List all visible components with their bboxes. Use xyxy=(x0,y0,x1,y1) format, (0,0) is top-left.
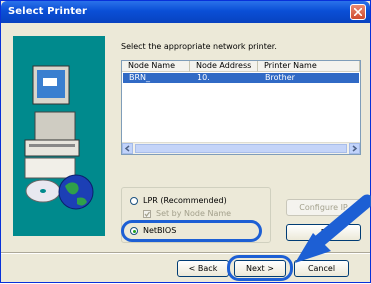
title-bar: Select Printer xyxy=(1,1,370,23)
cell-node-name: BRN_ xyxy=(129,73,151,82)
netbios-radio-dot xyxy=(133,230,136,233)
check-icon xyxy=(144,211,150,217)
column-node-name[interactable]: Node Name xyxy=(122,61,190,72)
lpr-radio[interactable] xyxy=(130,197,138,205)
scroll-right-icon xyxy=(352,145,358,152)
configure-ip-button[interactable]: Configure IP xyxy=(286,199,361,216)
table-row[interactable]: BRN_ 10. Brother xyxy=(123,73,359,83)
next-button[interactable]: Next > xyxy=(234,260,286,277)
cell-printer-name: Brother xyxy=(265,73,295,82)
cancel-button[interactable]: Cancel xyxy=(294,260,349,277)
computer-printer-illustration xyxy=(24,65,94,210)
close-icon xyxy=(354,8,362,16)
scroll-thumb[interactable] xyxy=(135,144,347,153)
footer-separator xyxy=(1,252,370,254)
cell-node-address: 10. xyxy=(197,73,210,82)
column-printer-name[interactable]: Printer Name xyxy=(258,61,360,72)
netbios-radio[interactable] xyxy=(130,227,138,235)
list-header: Node Name Node Address Printer Name xyxy=(122,61,360,72)
set-by-node-label: Set by Node Name xyxy=(156,209,232,218)
instruction-text: Select the appropriate network printer. xyxy=(121,42,277,51)
window-title: Select Printer xyxy=(8,6,88,17)
set-by-node-checkbox[interactable] xyxy=(143,210,151,218)
wizard-illustration xyxy=(13,36,105,236)
cd-disc-icon xyxy=(25,179,61,203)
printer-list[interactable]: Node Name Node Address Printer Name BRN_… xyxy=(121,60,361,155)
globe-icon xyxy=(58,174,94,210)
column-node-address[interactable]: Node Address xyxy=(190,61,258,72)
lpr-label: LPR (Recommended) xyxy=(143,196,227,205)
scroll-left-button[interactable] xyxy=(122,143,133,154)
netbios-label: NetBIOS xyxy=(143,226,177,235)
scroll-left-icon xyxy=(124,145,130,152)
select-printer-dialog: Select Printer Select the appropriate ne… xyxy=(0,0,371,283)
close-button[interactable] xyxy=(350,4,366,20)
horizontal-scrollbar[interactable] xyxy=(122,142,360,154)
back-button[interactable]: < Back xyxy=(177,260,229,277)
scroll-right-button[interactable] xyxy=(349,143,360,154)
refresh-button[interactable]: R xyxy=(286,224,361,241)
